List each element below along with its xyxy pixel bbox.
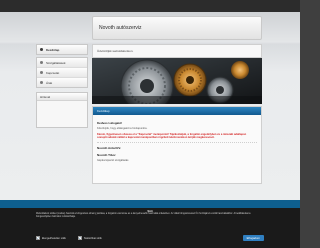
contact-name-1: Novoth Antal EV.: [97, 146, 121, 151]
cookie-banner: Süti Weboldalunk sütiket (cookie) haszná…: [36, 210, 264, 219]
sidebar-menu-main: Kezdőlap: [36, 44, 88, 55]
sidebar-item-home[interactable]: Kezdőlap: [37, 45, 87, 54]
sidebar-item-label: Szolgáltatások: [46, 60, 66, 65]
main-header: Novoth autószerviz Üdvözöljük weboldalun…: [92, 16, 262, 58]
sidebar-item-label: Árak: [46, 80, 53, 85]
section-title: Kezdőlap: [93, 107, 261, 115]
gears-illustration: [92, 58, 262, 104]
bullet-icon: [40, 81, 43, 84]
cookie-option-statistics[interactable]: ✓ Statisztikai sütik: [77, 236, 102, 240]
sidebar-item-label: Kezdőlap: [46, 47, 60, 52]
alert-text: Kérem, figyelmesen olvassa el a "Kapcsol…: [97, 133, 247, 140]
hero-image: [92, 58, 262, 104]
bullet-icon: [40, 61, 43, 64]
sidebar-menu: Szolgáltatások Kapcsolat Árak: [36, 57, 88, 88]
bullet-icon: [40, 48, 43, 51]
sidebar-item-prices[interactable]: Árak: [37, 77, 87, 87]
sidebar-item-contact[interactable]: Kapcsolat: [37, 67, 87, 77]
sidebar-item-services[interactable]: Szolgáltatások: [37, 58, 87, 67]
sidebar: Kezdőlap Szolgáltatások Kapcsolat Árak H…: [36, 44, 88, 184]
welcome-text: Üdvözöljük weboldalunkon.: [97, 49, 134, 53]
cookie-option-essential[interactable]: ✓ Elengedhetetlen sütik: [36, 236, 66, 240]
welcome-box: Üdvözöljük weboldalunkon.: [92, 44, 262, 58]
checkbox-statistics[interactable]: ✓: [77, 236, 82, 240]
accept-cookies-button[interactable]: Elfogadom: [242, 235, 264, 241]
newsletter-box-title: Hírlevél: [37, 93, 87, 101]
divider: [97, 142, 257, 144]
site-title-box: Novoth autószerviz: [92, 16, 262, 40]
section-content: Kedves Látogató! Köszönjük, hogy ellátog…: [93, 115, 261, 162]
home-section: Kezdőlap Kedves Látogató! Köszönjük, hog…: [92, 106, 262, 184]
bullet-icon: [40, 71, 43, 74]
intro-heading: Kedves Látogató!: [97, 121, 123, 125]
newsletter-box: Hírlevél: [36, 92, 88, 128]
intro-text: Köszönjük, hogy ellátogatott a honlapunk…: [97, 127, 148, 130]
top-band: [0, 0, 300, 12]
cookie-option-label: Elengedhetetlen sütik: [42, 236, 66, 240]
contact-note: Gépkocsijavító szolgáltatás: [97, 159, 129, 163]
cookie-text: Weboldalunk sütiket (cookie) használ a b…: [36, 213, 251, 218]
checkbox-essential[interactable]: ✓: [36, 236, 40, 240]
cookie-options: ✓ Elengedhetetlen sütik ✓ Statisztikai s…: [36, 234, 264, 242]
footer-band: [0, 200, 300, 208]
sidebar-item-label: Kapcsolat: [46, 70, 60, 75]
cookie-option-label: Statisztikai sütik: [83, 236, 102, 240]
site-title[interactable]: Novoth autószerviz: [99, 25, 142, 31]
contact-name-2: Novoth Tibor: [97, 153, 116, 158]
